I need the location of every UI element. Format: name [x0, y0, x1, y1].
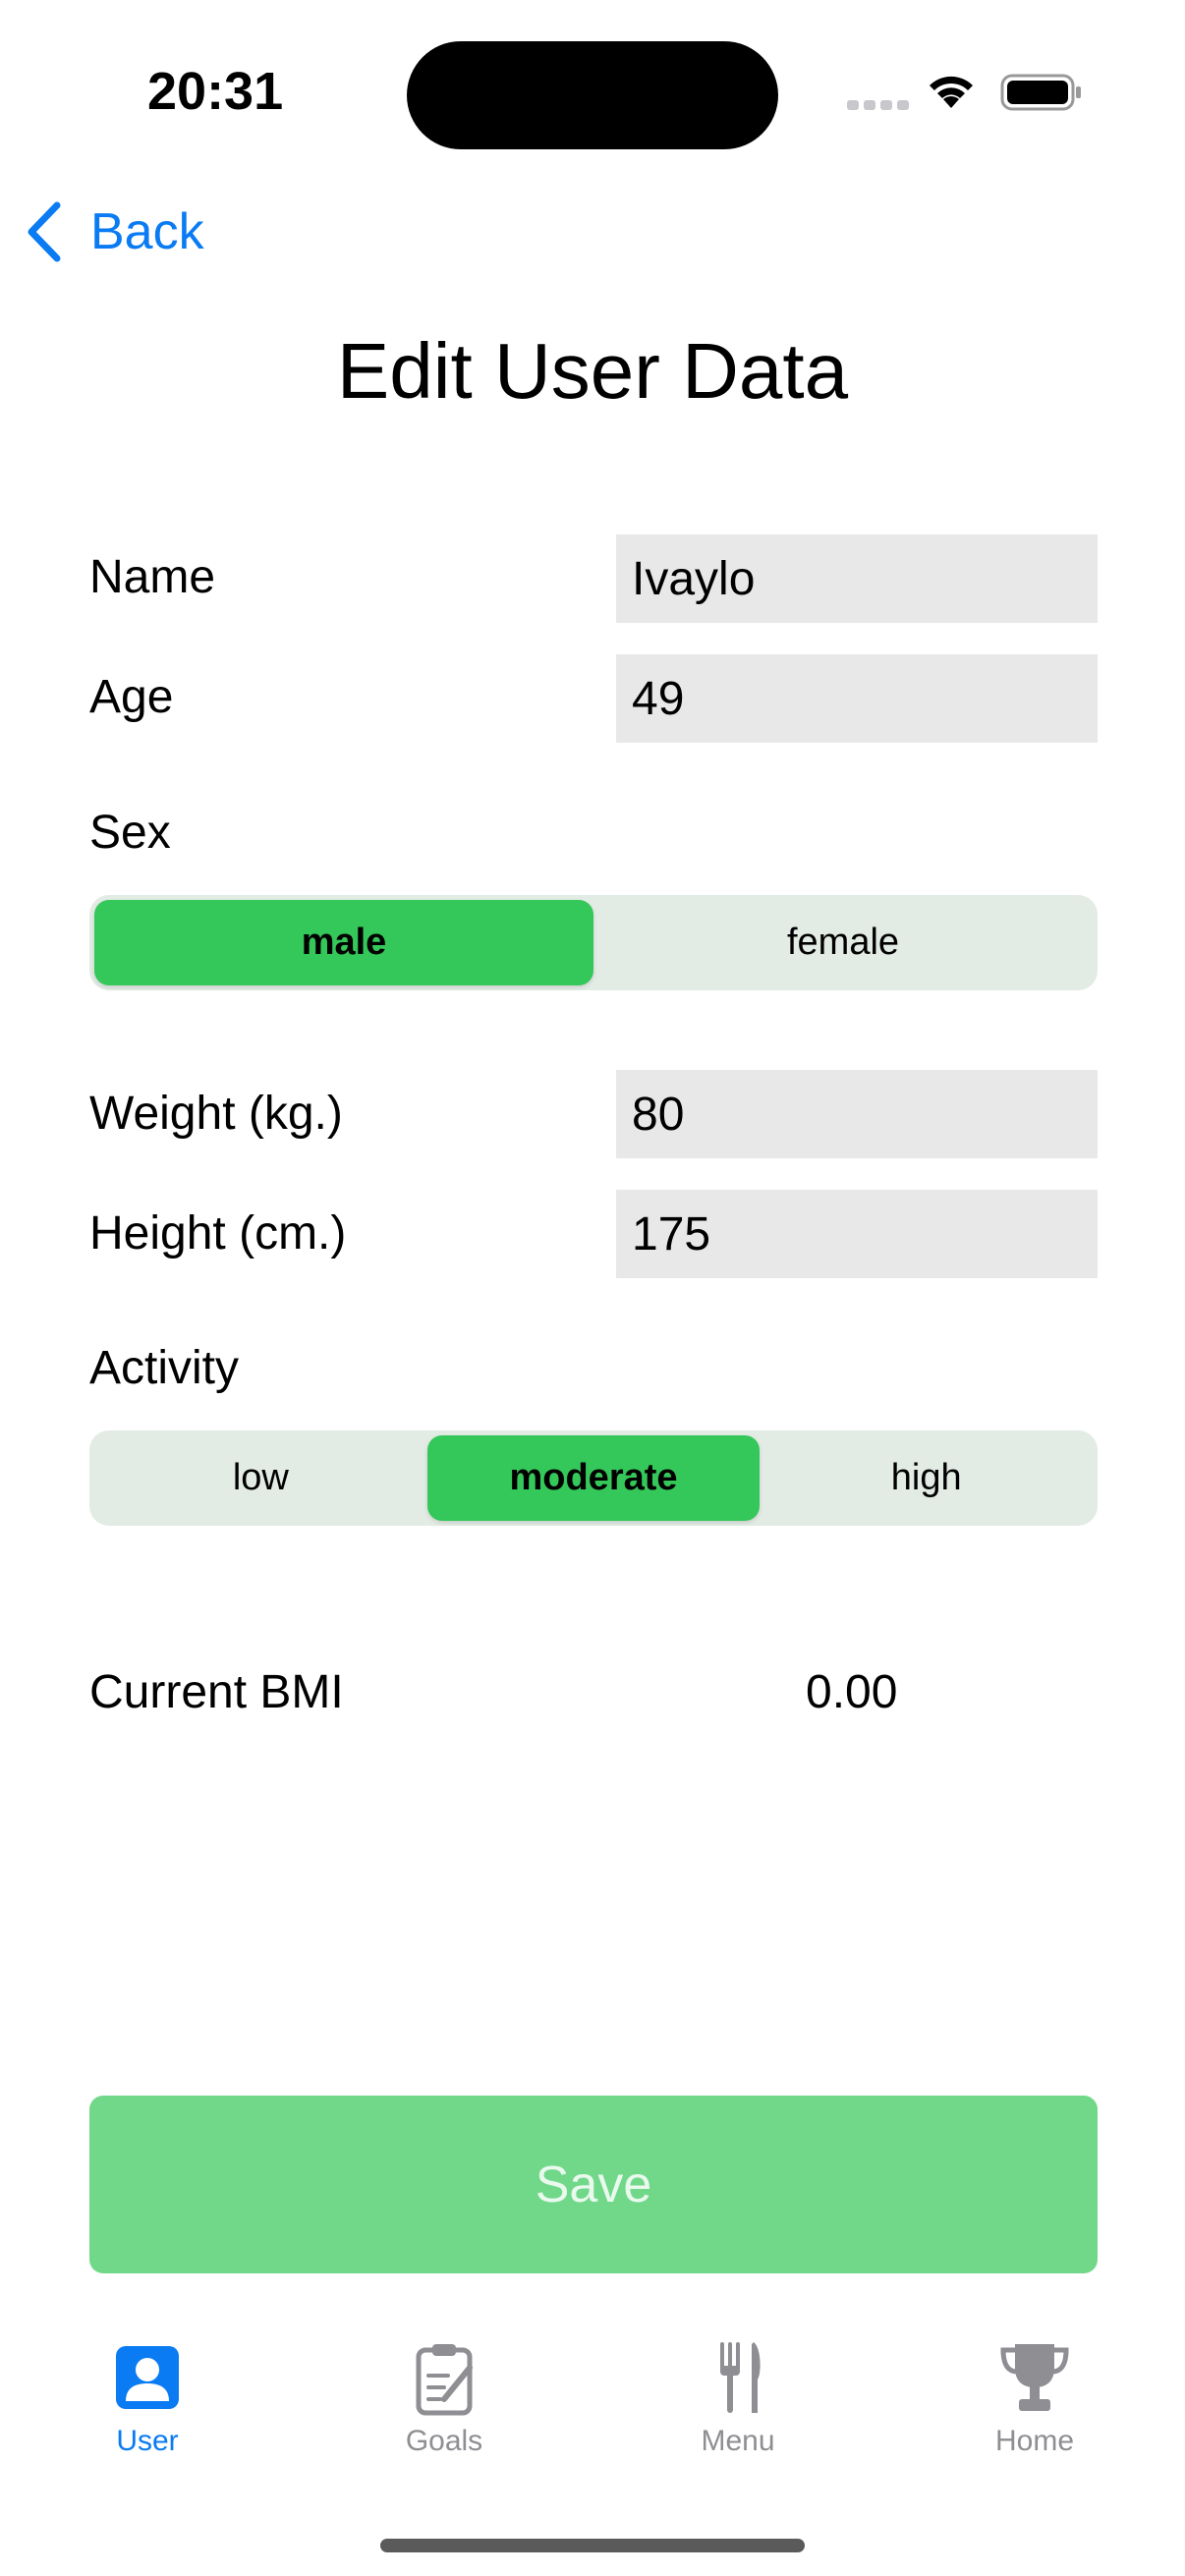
signal-icon	[847, 100, 909, 110]
weight-label: Weight (kg.)	[89, 1088, 343, 1140]
battery-icon	[1000, 74, 1081, 111]
activity-option-moderate[interactable]: moderate	[426, 1435, 761, 1521]
fork-knife-icon	[720, 2342, 761, 2413]
bmi-label: Current BMI	[89, 1666, 344, 1718]
tab-home-label: Home	[994, 2425, 1075, 2457]
edit-user-screen: 20:31 Back Edit User Data Name Age Sex m…	[0, 0, 1185, 2576]
height-field[interactable]	[616, 1190, 1098, 1278]
activity-segmented-control: low moderate high	[89, 1430, 1098, 1526]
sex-segmented-control: male female	[89, 895, 1098, 990]
tab-goals-label: Goals	[405, 2425, 483, 2457]
person-icon	[116, 2346, 179, 2409]
tab-home[interactable]: Home	[936, 2338, 1133, 2476]
name-field[interactable]	[616, 534, 1098, 623]
page-title: Edit User Data	[336, 327, 849, 415]
height-label: Height (cm.)	[89, 1207, 347, 1260]
tab-user[interactable]: User	[49, 2338, 246, 2476]
trophy-icon	[1000, 2344, 1069, 2411]
tab-user-label: User	[116, 2425, 179, 2457]
back-label: Back	[90, 203, 204, 260]
status-time: 20:31	[147, 62, 284, 121]
activity-option-low[interactable]: low	[94, 1435, 427, 1521]
activity-label: Activity	[89, 1342, 240, 1394]
wifi-icon	[930, 76, 973, 108]
sex-option-male[interactable]: male	[94, 900, 593, 985]
name-label: Name	[89, 551, 216, 603]
age-field[interactable]	[616, 654, 1098, 743]
sex-label: Sex	[89, 807, 171, 859]
chevron-left-icon	[28, 201, 61, 262]
dynamic-island	[407, 41, 778, 149]
activity-option-high[interactable]: high	[760, 1435, 1093, 1521]
bmi-value: 0.00	[806, 1666, 898, 1718]
back-button[interactable]: Back	[24, 193, 204, 271]
home-indicator	[380, 2539, 805, 2552]
sex-option-female[interactable]: female	[593, 900, 1093, 985]
weight-field[interactable]	[616, 1070, 1098, 1158]
save-button[interactable]: Save	[89, 2096, 1098, 2273]
tab-menu[interactable]: Menu	[640, 2338, 836, 2476]
age-label: Age	[89, 671, 174, 723]
tab-goals[interactable]: Goals	[346, 2338, 542, 2476]
tab-menu-label: Menu	[701, 2425, 775, 2457]
clipboard-icon	[416, 2344, 473, 2416]
